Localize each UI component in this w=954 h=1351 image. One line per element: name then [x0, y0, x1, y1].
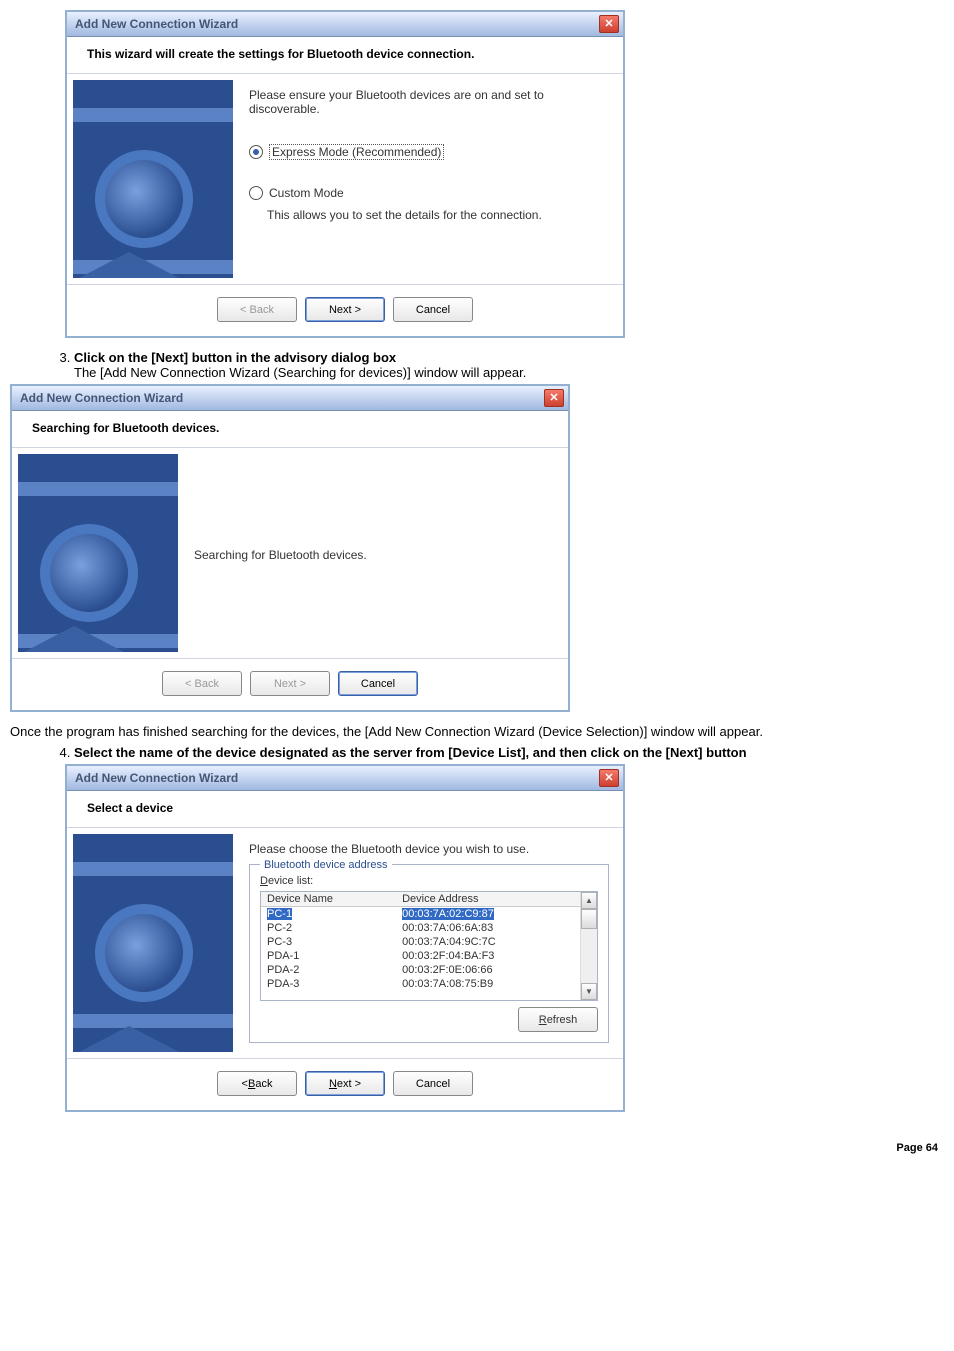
- device-address: 00:03:7A:06:6A:83: [402, 922, 493, 934]
- searching-status: Searching for Bluetooth devices.: [194, 548, 367, 562]
- dialog-body: Please ensure your Bluetooth devices are…: [67, 74, 623, 284]
- next-button[interactable]: Next >: [305, 297, 385, 322]
- radio-express-mode[interactable]: Express Mode (Recommended): [249, 144, 609, 160]
- dialog-heading: This wizard will create the settings for…: [87, 47, 603, 61]
- device-name: PC-2: [267, 922, 292, 934]
- device-address: 00:03:7A:08:75:B9: [402, 978, 493, 990]
- wizard-dialog-searching: Add New Connection Wizard ✕ Searching fo…: [10, 384, 570, 712]
- dialog-heading: Select a device: [87, 801, 603, 815]
- titlebar: Add New Connection Wizard ✕: [12, 386, 568, 411]
- device-row[interactable]: PC-2 00:03:7A:06:6A:83: [261, 921, 580, 935]
- back-button: < Back: [217, 297, 297, 322]
- cancel-button[interactable]: Cancel: [393, 297, 473, 322]
- device-address-group: Bluetooth device address Device list: De…: [249, 864, 609, 1043]
- col-header-name: Device Name: [267, 893, 402, 905]
- close-icon[interactable]: ✕: [544, 389, 564, 407]
- groupbox-legend: Bluetooth device address: [260, 859, 392, 871]
- scroll-up-icon[interactable]: ▲: [581, 892, 597, 909]
- step-3: Click on the [Next] button in the adviso…: [74, 350, 944, 380]
- device-list-label: Device list:: [260, 875, 598, 887]
- wizard-graphic: [18, 454, 178, 652]
- step-list: Select the name of the device designated…: [50, 745, 944, 760]
- page-footer: Page 64: [10, 1142, 944, 1154]
- device-address: 00:03:7A:04:9C:7C: [402, 936, 496, 948]
- dialog-header: Select a device: [67, 791, 623, 828]
- instruction-text: Please choose the Bluetooth device you w…: [249, 842, 609, 856]
- titlebar: Add New Connection Wizard ✕: [67, 12, 623, 37]
- dialog-heading: Searching for Bluetooth devices.: [32, 421, 548, 435]
- device-row[interactable]: PC-1 00:03:7A:02:C9:87: [261, 907, 580, 921]
- dialog-header: Searching for Bluetooth devices.: [12, 411, 568, 448]
- window-title: Add New Connection Wizard: [71, 771, 238, 785]
- dialog-body: Searching for Bluetooth devices.: [12, 448, 568, 658]
- close-icon[interactable]: ✕: [599, 769, 619, 787]
- scroll-down-icon[interactable]: ▼: [581, 983, 597, 1000]
- wizard-graphic: [73, 80, 233, 278]
- wizard-graphic: [73, 834, 233, 1052]
- radio-custom-mode[interactable]: Custom Mode: [249, 186, 609, 200]
- radio-icon: [249, 186, 263, 200]
- window-title: Add New Connection Wizard: [16, 391, 183, 405]
- button-row: < Back Next > Cancel: [12, 658, 568, 710]
- scroll-thumb[interactable]: [581, 909, 597, 929]
- body-paragraph: Once the program has finished searching …: [10, 724, 944, 739]
- device-name: PDA-2: [267, 964, 299, 976]
- device-listbox[interactable]: Device Name Device Address PC-1 00:03:7A…: [260, 891, 598, 1001]
- dialog-content: Searching for Bluetooth devices.: [178, 448, 568, 658]
- device-row[interactable]: PDA-3 00:03:7A:08:75:B9: [261, 977, 580, 991]
- button-row: < Back Next > Cancel: [67, 1058, 623, 1110]
- cancel-button[interactable]: Cancel: [338, 671, 418, 696]
- step-list: Click on the [Next] button in the adviso…: [50, 350, 944, 380]
- cancel-button[interactable]: Cancel: [393, 1071, 473, 1096]
- device-address: 00:03:7A:02:C9:87: [402, 908, 494, 920]
- instruction-text: Please ensure your Bluetooth devices are…: [249, 88, 609, 116]
- device-name: PDA-3: [267, 978, 299, 990]
- dialog-content: Please choose the Bluetooth device you w…: [233, 828, 623, 1058]
- custom-mode-description: This allows you to set the details for t…: [267, 208, 609, 222]
- back-button[interactable]: < Back: [217, 1071, 297, 1096]
- radio-label: Express Mode (Recommended): [269, 144, 444, 160]
- window-title: Add New Connection Wizard: [71, 17, 238, 31]
- dialog-header: This wizard will create the settings for…: [67, 37, 623, 74]
- step-title: Click on the [Next] button in the adviso…: [74, 350, 396, 365]
- list-content: Device Name Device Address PC-1 00:03:7A…: [261, 892, 580, 1000]
- step-title: Select the name of the device designated…: [74, 745, 747, 760]
- device-row[interactable]: PDA-2 00:03:2F:0E:06:66: [261, 963, 580, 977]
- back-button: < Back: [162, 671, 242, 696]
- close-icon[interactable]: ✕: [599, 15, 619, 33]
- next-button[interactable]: Next >: [305, 1071, 385, 1096]
- list-header: Device Name Device Address: [261, 892, 580, 907]
- step-4: Select the name of the device designated…: [74, 745, 944, 760]
- device-row[interactable]: PC-3 00:03:7A:04:9C:7C: [261, 935, 580, 949]
- device-address: 00:03:2F:0E:06:66: [402, 964, 493, 976]
- device-row[interactable]: PDA-1 00:03:2F:04:BA:F3: [261, 949, 580, 963]
- radio-icon: [249, 145, 263, 159]
- refresh-button[interactable]: Refresh: [518, 1007, 598, 1032]
- button-row: < Back Next > Cancel: [67, 284, 623, 336]
- scrollbar[interactable]: ▲ ▼: [580, 892, 597, 1000]
- titlebar: Add New Connection Wizard ✕: [67, 766, 623, 791]
- col-header-address: Device Address: [402, 893, 574, 905]
- device-name: PC-3: [267, 936, 292, 948]
- wizard-dialog-select-device: Add New Connection Wizard ✕ Select a dev…: [65, 764, 625, 1112]
- dialog-content: Please ensure your Bluetooth devices are…: [233, 74, 623, 284]
- dialog-body: Please choose the Bluetooth device you w…: [67, 828, 623, 1058]
- next-button: Next >: [250, 671, 330, 696]
- step-text: The [Add New Connection Wizard (Searchin…: [74, 365, 944, 380]
- device-address: 00:03:2F:04:BA:F3: [402, 950, 494, 962]
- device-name: PDA-1: [267, 950, 299, 962]
- radio-label: Custom Mode: [269, 186, 344, 200]
- device-name: PC-1: [267, 908, 292, 920]
- wizard-dialog-intro: Add New Connection Wizard ✕ This wizard …: [65, 10, 625, 338]
